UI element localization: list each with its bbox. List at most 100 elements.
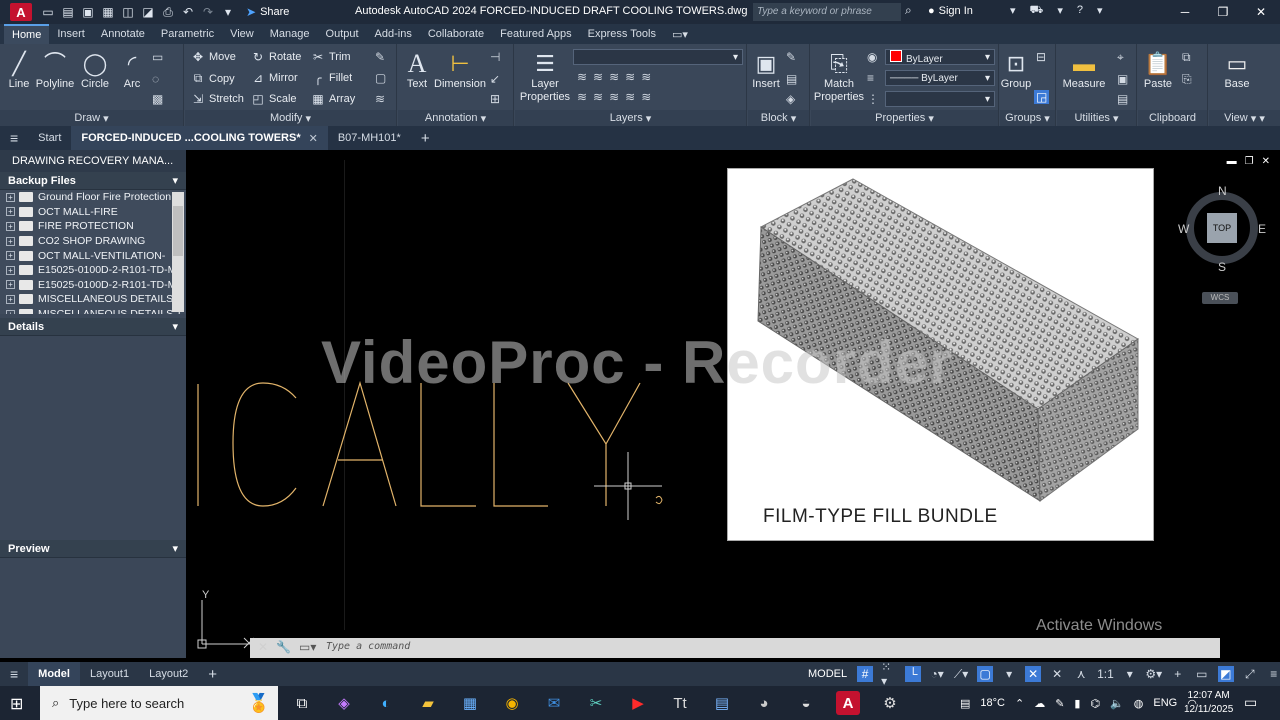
layer-properties-tool[interactable]: ☰ Layer Properties: [519, 48, 571, 104]
list-item[interactable]: + OCT MALL-VENTILATION-: [0, 248, 186, 263]
preview-header[interactable]: Preview ▾: [0, 540, 186, 558]
search-icon[interactable]: ⌕: [905, 3, 912, 18]
list-item[interactable]: + FIRE PROTECTION: [0, 219, 186, 234]
layout-menu-icon[interactable]: ≡: [0, 662, 28, 686]
expand-icon[interactable]: +: [6, 207, 15, 217]
open-web-icon[interactable]: ◫: [120, 4, 136, 20]
viewcube-top-face[interactable]: TOP: [1207, 213, 1237, 243]
qat-dropdown-icon[interactable]: ▾: [220, 4, 236, 20]
mirror-tool[interactable]: ⊿ Mirror: [251, 71, 298, 85]
compass-west[interactable]: W: [1178, 222, 1189, 236]
tab-home[interactable]: Home: [4, 24, 50, 44]
move-tool[interactable]: ✥ Move: [191, 50, 236, 64]
create-block-icon[interactable]: ✎: [786, 50, 796, 64]
expand-icon[interactable]: +: [6, 309, 15, 314]
edit-block-icon[interactable]: ▤: [786, 72, 797, 86]
media-app-icon[interactable]: ◕: [752, 691, 776, 715]
view-panel-label[interactable]: View ▾ ▾: [1209, 110, 1280, 126]
rectangle-icon[interactable]: ▭: [152, 50, 163, 64]
wcs-menu[interactable]: WCS: [1202, 292, 1238, 304]
command-close-icon[interactable]: ✕: [258, 640, 268, 654]
dropdown-chevron-icon[interactable]: ▾: [1010, 4, 1016, 18]
list-item[interactable]: + OCT MALL-FIRE: [0, 205, 186, 220]
list-item[interactable]: + E15025-0100D-2-R101-TD-MH: [0, 263, 186, 278]
leader-multi-icon[interactable]: ↙: [490, 72, 500, 86]
explode-icon[interactable]: ▢: [375, 71, 386, 85]
compass-south[interactable]: S: [1218, 260, 1226, 274]
polyline-tool[interactable]: ⌒ Polyline: [36, 48, 75, 91]
drawing-canvas[interactable]: ▬ ❐ ✕ FILM-TYPE FILL BUNDLE VideoProc - …: [188, 150, 1280, 658]
compass-north[interactable]: N: [1218, 184, 1227, 198]
preview-collapse-icon[interactable]: ▾: [172, 542, 178, 555]
tab-annotate[interactable]: Annotate: [93, 25, 153, 43]
volume-icon[interactable]: 🔈: [1110, 697, 1124, 710]
annotation-monitor-icon[interactable]: +: [1170, 666, 1186, 682]
command-customize-icon[interactable]: 🔧: [276, 640, 291, 654]
base-tool[interactable]: ▭ Base: [1219, 48, 1255, 91]
isodraft-icon[interactable]: ⟋▾: [953, 666, 969, 682]
select-all-icon[interactable]: ▣: [1117, 72, 1128, 86]
annotation-scale-value[interactable]: 1:1: [1097, 666, 1114, 682]
save-icon[interactable]: ▣: [80, 4, 96, 20]
windows-start-icon[interactable]: ⊞: [10, 694, 23, 714]
chrome-icon[interactable]: ◉: [500, 691, 524, 715]
list-item[interactable]: + Ground Floor Fire Protection: [0, 190, 186, 205]
font-app-icon[interactable]: Tt: [668, 691, 692, 715]
quick-select-icon[interactable]: ⌖: [1117, 50, 1124, 65]
lineweight-icon[interactable]: ⋮: [867, 92, 879, 106]
ribbon-options-icon[interactable]: ▭▾: [664, 25, 696, 44]
command-recent-icon[interactable]: ▭▾: [299, 640, 316, 654]
help-chevron-icon[interactable]: ▾: [1097, 4, 1103, 18]
linetype-icon[interactable]: ≡: [867, 71, 874, 85]
erase-icon[interactable]: ✎: [375, 50, 385, 64]
expand-icon[interactable]: +: [6, 265, 15, 275]
polar-icon[interactable]: ◔▾: [929, 666, 945, 682]
layer-lock-icons[interactable]: ≋≋≋≋≋: [577, 90, 657, 104]
tab-parametric[interactable]: Parametric: [153, 25, 222, 43]
copy-clip-icon[interactable]: ⧉: [1182, 50, 1191, 65]
array-tool[interactable]: ▦ Array: [311, 92, 355, 106]
sign-in-button[interactable]: ● Sign In: [928, 5, 973, 17]
expand-icon[interactable]: +: [6, 251, 15, 261]
block-attr-icon[interactable]: ◈: [786, 92, 795, 106]
ungroup-icon[interactable]: ⊟: [1036, 50, 1046, 64]
rotate-tool[interactable]: ↻ Rotate: [251, 50, 301, 64]
calculator-app-icon[interactable]: ▤: [710, 691, 734, 715]
measure-tool[interactable]: ▬ Measure: [1061, 48, 1107, 91]
cart-icon[interactable]: ⛟: [1030, 4, 1044, 18]
copy-tool[interactable]: ⧉ Copy: [191, 71, 235, 86]
pen-icon[interactable]: ✎: [1055, 697, 1064, 710]
tab-b07-mh101[interactable]: B07-MH101*: [328, 126, 411, 150]
app-menu-icon[interactable]: ≡: [0, 126, 28, 150]
annotation-visibility-icon[interactable]: ✕: [1025, 666, 1042, 682]
weather-temp[interactable]: 18°C: [980, 697, 1005, 709]
restore-icon[interactable]: ❐: [1204, 0, 1242, 24]
tab-manage[interactable]: Manage: [262, 25, 318, 43]
tree-scrollbar[interactable]: [172, 192, 184, 312]
draw-panel-label[interactable]: Draw ▾: [0, 110, 183, 126]
add-layout-icon[interactable]: +: [198, 662, 227, 686]
tab-express-tools[interactable]: Express Tools: [580, 25, 664, 43]
taskbar-clock[interactable]: 12:07 AM 12/11/2025: [1184, 689, 1233, 717]
viewport-minimize-icon[interactable]: ▬: [1227, 156, 1237, 167]
settings-app-icon[interactable]: ⚙: [878, 691, 902, 715]
redo-icon[interactable]: ↷: [200, 4, 216, 20]
layers-panel-label[interactable]: Layers ▾: [515, 110, 746, 126]
close-tab-icon[interactable]: ✕: [309, 132, 318, 145]
tab-layout2[interactable]: Layout2: [139, 662, 198, 686]
expand-icon[interactable]: +: [6, 236, 15, 246]
edge-icon[interactable]: ◐: [374, 691, 398, 715]
tab-insert[interactable]: Insert: [49, 25, 93, 43]
customize-status-icon[interactable]: ≡: [1266, 666, 1280, 682]
stretch-tool[interactable]: ⇲ Stretch: [191, 92, 244, 106]
snap-icon[interactable]: ⁙▾: [881, 660, 897, 688]
group-select-icon[interactable]: ◲: [1034, 90, 1050, 104]
compass-east[interactable]: E: [1258, 222, 1266, 236]
undo-icon[interactable]: ↶: [180, 4, 196, 20]
match-properties-tool[interactable]: ⎘ Match Properties: [813, 48, 865, 104]
groups-panel-label[interactable]: Groups ▾: [1000, 110, 1055, 126]
collapse-icon[interactable]: ▾: [172, 174, 178, 187]
recovery-title[interactable]: DRAWING RECOVERY MANA...: [0, 150, 186, 172]
plot-icon[interactable]: ⎙: [160, 4, 176, 20]
table-icon[interactable]: ⊞: [490, 92, 500, 106]
